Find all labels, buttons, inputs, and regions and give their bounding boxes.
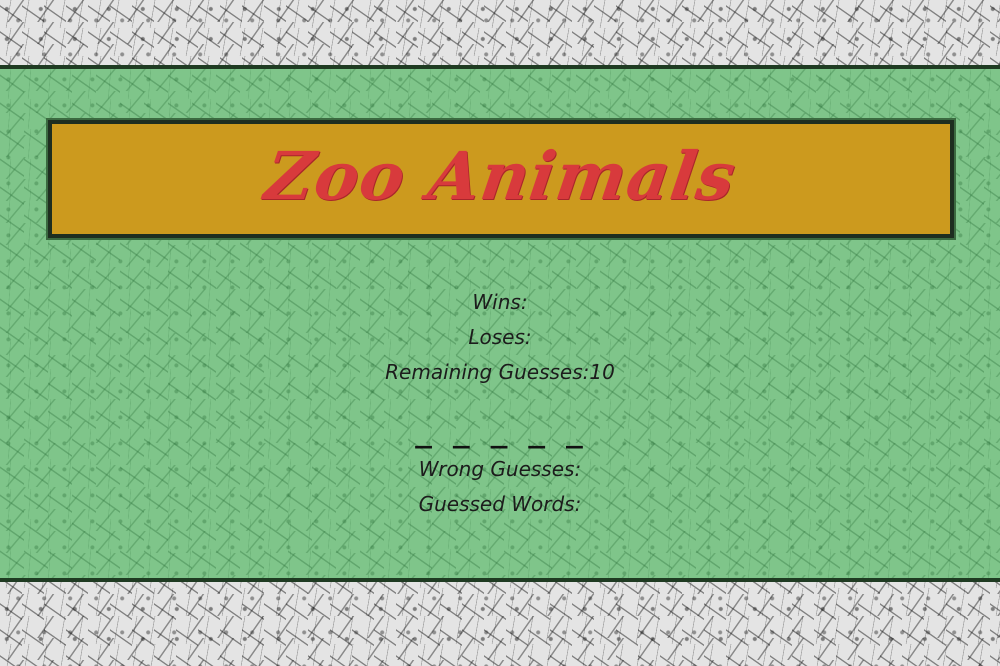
guessed-words-row: Guessed Words: — [0, 487, 1000, 522]
loses-row: Loses: — [0, 320, 1000, 355]
word-blanks: _ _ _ _ _ — [415, 416, 585, 449]
wins-label: Wins: — [472, 290, 528, 314]
game-panel: Zoo Animals Wins: Loses: Remaining Guess… — [0, 65, 1000, 582]
guessed-words-label: Guessed Words: — [418, 492, 582, 516]
remaining-guesses-label: Remaining Guesses: — [385, 360, 590, 384]
wrong-guesses-row: Wrong Guesses: — [0, 452, 1000, 487]
game-title: Zoo Animals — [260, 137, 742, 215]
remaining-guesses-row: Remaining Guesses:10 — [0, 355, 1000, 390]
wrong-guesses-label: Wrong Guesses: — [418, 457, 582, 481]
score-board: Wins: Loses: Remaining Guesses:10 — [0, 285, 1000, 390]
guess-history: Wrong Guesses: Guessed Words: — [0, 452, 1000, 522]
remaining-guesses-value: 10 — [589, 360, 615, 384]
loses-label: Loses: — [468, 325, 532, 349]
wins-row: Wins: — [0, 285, 1000, 320]
title-banner: Zoo Animals — [46, 118, 956, 240]
